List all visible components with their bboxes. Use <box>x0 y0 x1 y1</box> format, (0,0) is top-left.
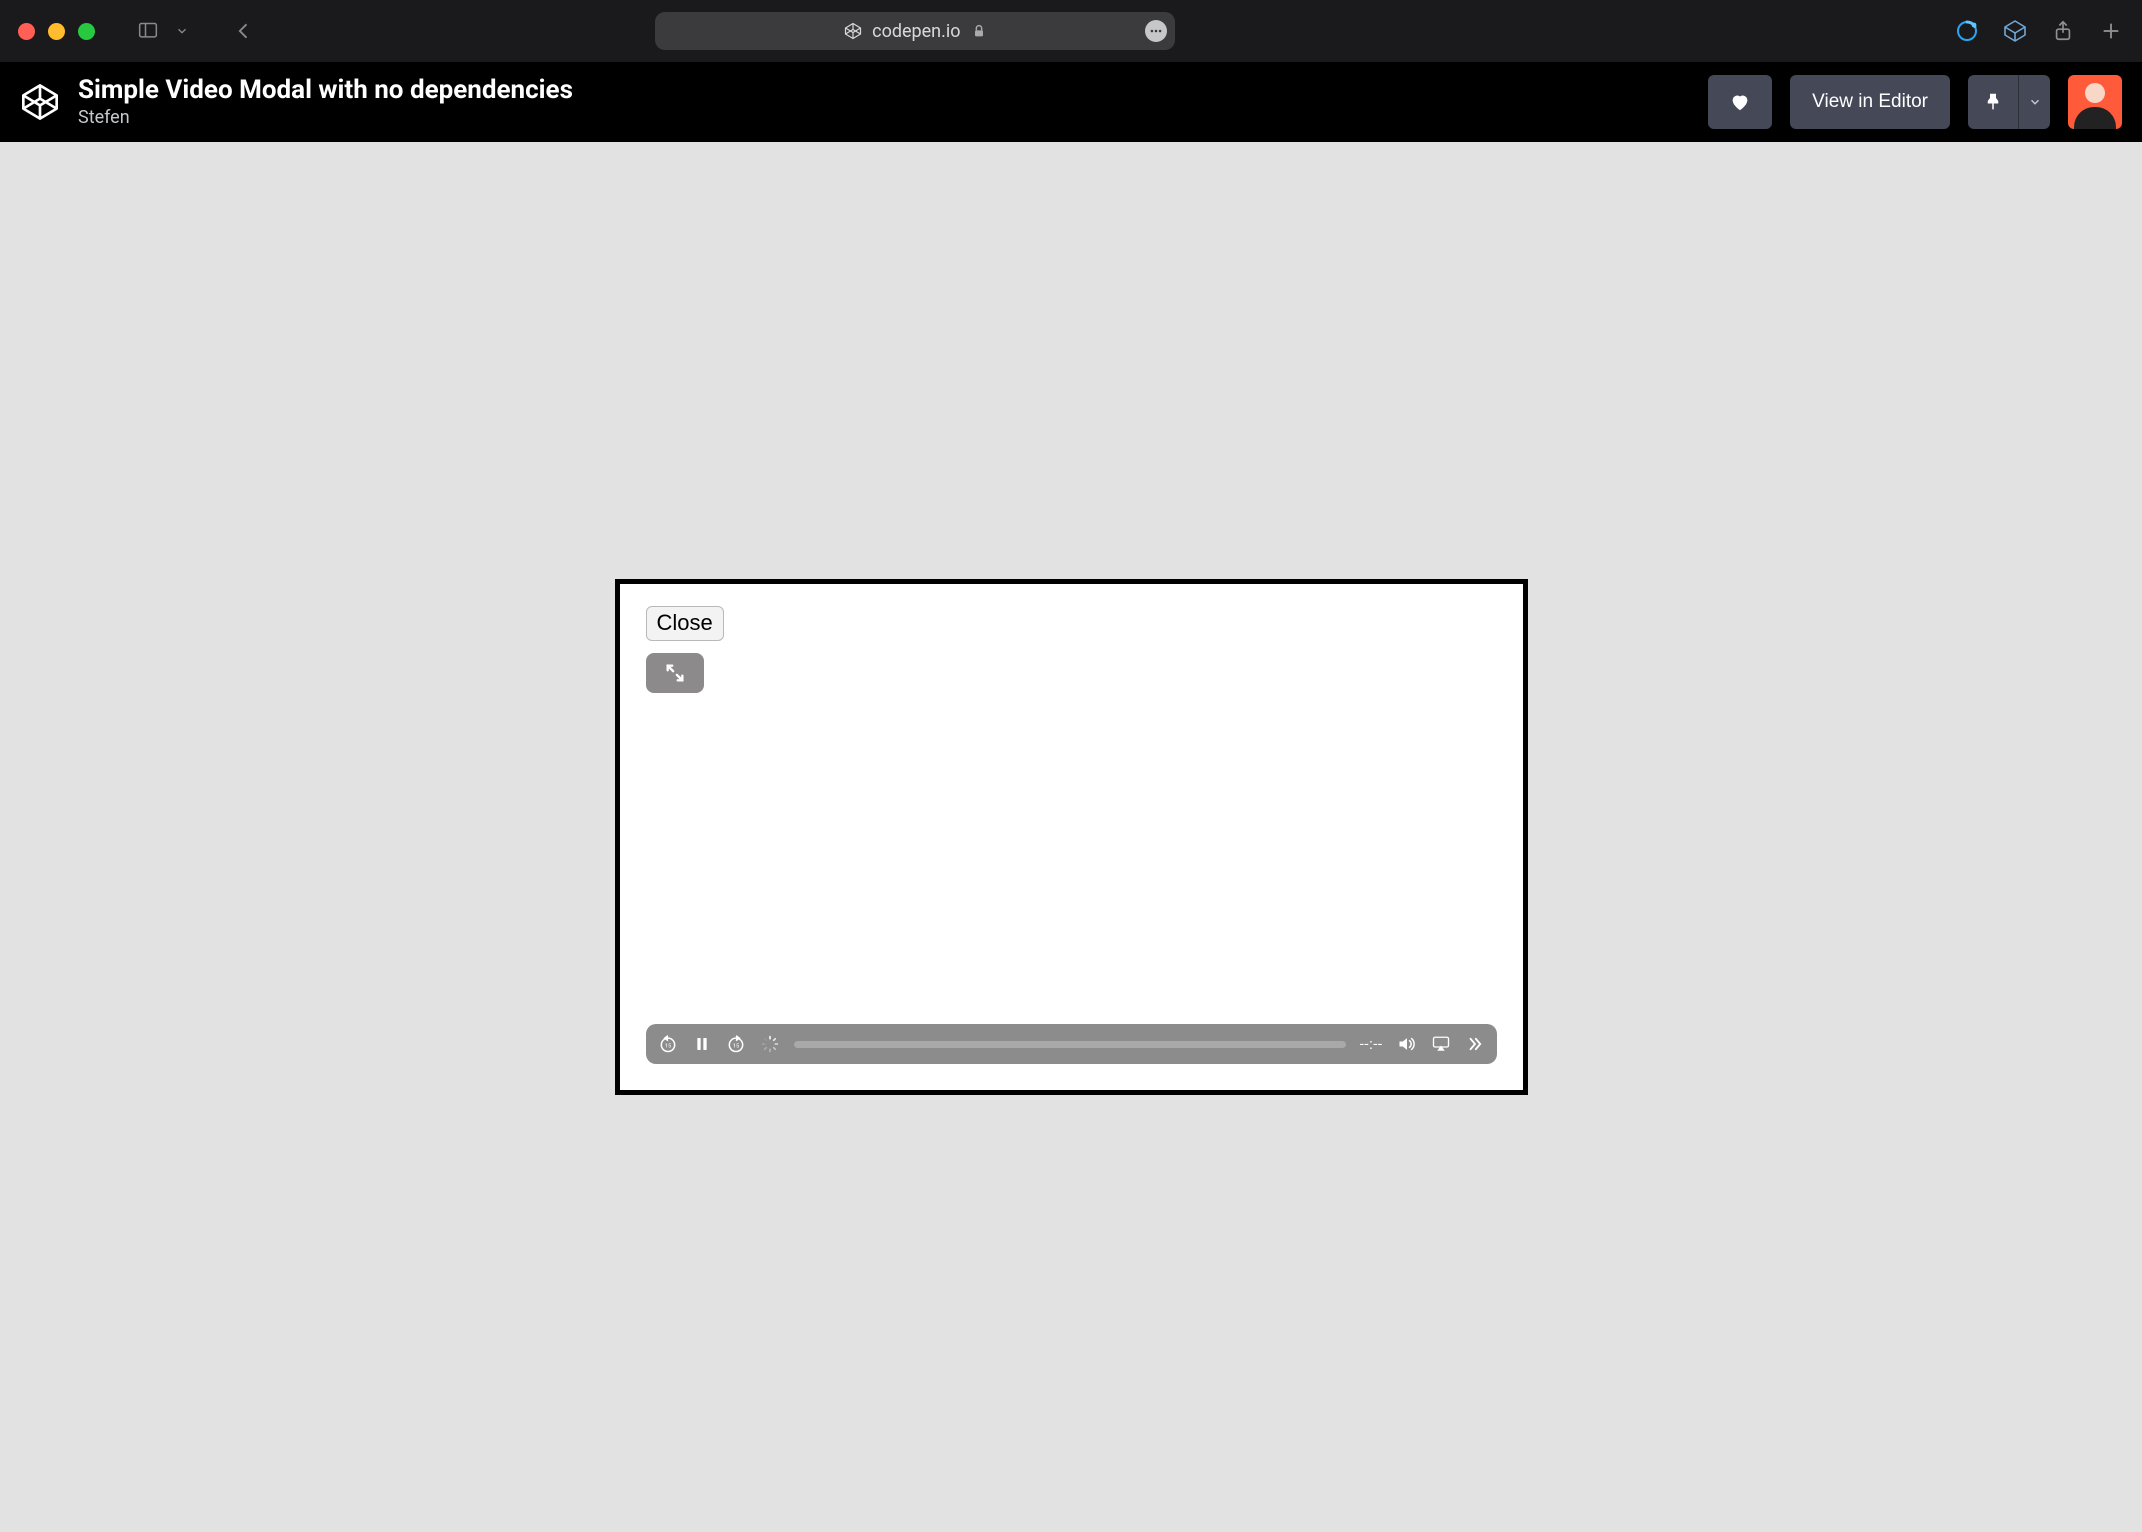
video-progress-track[interactable] <box>794 1041 1346 1048</box>
window-controls <box>18 23 95 40</box>
pin-button-group <box>1968 75 2050 129</box>
sidebar-toggle-icon[interactable] <box>135 18 161 44</box>
loading-spinner-icon <box>760 1034 780 1054</box>
pen-title: Simple Video Modal with no dependencies <box>78 76 573 106</box>
expand-arrows-icon <box>664 662 686 684</box>
address-bar[interactable]: codepen.io <box>655 12 1175 50</box>
video-modal: Close 15 <box>615 579 1528 1095</box>
user-avatar[interactable] <box>2068 75 2122 129</box>
close-button[interactable]: Close <box>646 606 724 641</box>
browser-toolbar: codepen.io <box>0 0 2142 62</box>
skip-forward-15-icon[interactable]: 15 <box>726 1034 746 1054</box>
video-time-display: --:-- <box>1360 1035 1383 1053</box>
volume-icon[interactable] <box>1397 1034 1417 1054</box>
pause-icon[interactable] <box>692 1034 712 1054</box>
window-close-button[interactable] <box>18 23 35 40</box>
codepen-header: Simple Video Modal with no dependencies … <box>0 62 2142 142</box>
chevron-down-icon <box>2028 95 2042 109</box>
view-in-editor-label: View in Editor <box>1812 91 1928 113</box>
love-button[interactable] <box>1708 75 1772 129</box>
preview-area: Close 15 <box>0 142 2142 1532</box>
site-favicon-icon <box>844 22 862 40</box>
skip-back-15-icon[interactable]: 15 <box>658 1034 678 1054</box>
view-in-editor-button[interactable]: View in Editor <box>1790 75 1950 129</box>
pin-icon <box>1984 93 2002 111</box>
share-icon[interactable] <box>2050 18 2076 44</box>
svg-text:15: 15 <box>732 1043 739 1049</box>
pin-button[interactable] <box>1968 75 2018 129</box>
page-settings-icon[interactable] <box>1145 20 1167 42</box>
tab-group-chevron-icon[interactable] <box>169 18 195 44</box>
extensions-icon[interactable] <box>2002 18 2028 44</box>
lock-icon <box>971 23 987 39</box>
window-zoom-button[interactable] <box>78 23 95 40</box>
address-bar-domain: codepen.io <box>872 21 960 42</box>
downloads-icon[interactable] <box>1954 18 1980 44</box>
back-button-icon[interactable] <box>231 18 257 44</box>
video-controls: 15 15 <box>646 1024 1497 1064</box>
picture-in-picture-button[interactable] <box>646 653 704 693</box>
codepen-logo-icon[interactable] <box>20 82 60 122</box>
airplay-icon[interactable] <box>1431 1034 1451 1054</box>
more-controls-icon[interactable] <box>1465 1034 1485 1054</box>
pin-dropdown-button[interactable] <box>2018 75 2050 129</box>
window-minimize-button[interactable] <box>48 23 65 40</box>
svg-text:15: 15 <box>664 1043 671 1049</box>
new-tab-icon[interactable] <box>2098 18 2124 44</box>
pen-author[interactable]: Stefen <box>78 107 573 128</box>
heart-icon <box>1729 91 1751 113</box>
close-button-label: Close <box>657 610 713 635</box>
